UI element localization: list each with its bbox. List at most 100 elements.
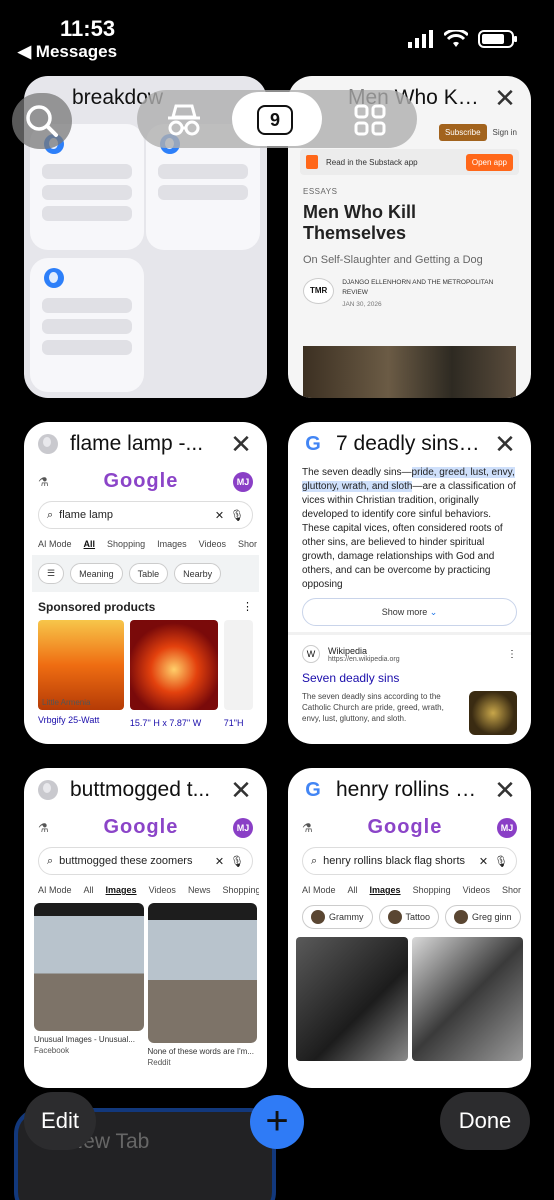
tab-shorts[interactable]: Shor: [238, 539, 257, 549]
close-tab-icon[interactable]: ✕: [493, 775, 517, 806]
tab-ai-mode[interactable]: AI Mode: [302, 885, 336, 895]
tab-all[interactable]: All: [84, 885, 94, 895]
close-tab-icon[interactable]: ✕: [229, 429, 253, 460]
image-result[interactable]: [296, 937, 408, 1061]
image-thumbnail: [34, 903, 144, 1031]
account-avatar[interactable]: MJ: [233, 471, 253, 492]
more-options-icon[interactable]: ⋮: [507, 649, 517, 660]
tab-all[interactable]: All: [84, 539, 96, 549]
tab-images[interactable]: Images: [106, 885, 137, 895]
signin-link[interactable]: Sign in: [493, 128, 517, 137]
labs-flask-icon[interactable]: ⚗: [302, 821, 313, 835]
tab-card-7-deadly-sins[interactable]: G 7 deadly sins -... ✕ The seven deadly …: [288, 422, 531, 744]
filter-chip[interactable]: ☰: [38, 563, 65, 584]
more-options-icon[interactable]: ⋮: [242, 600, 253, 614]
tab-card-flame-lamp[interactable]: flame lamp -... ✕ ⚗ Google MJ ⌕ flame la…: [24, 422, 267, 744]
labs-flask-icon[interactable]: ⚗: [38, 475, 49, 489]
product-card[interactable]: Little Armenia Vrbgify 25-Watt: [38, 620, 124, 728]
mic-icon[interactable]: 🎙: [494, 855, 508, 868]
image-thumbnail: [147, 903, 257, 1043]
chevron-down-icon: ⌄: [429, 607, 438, 617]
search-query: flame lamp: [59, 509, 113, 521]
image-result[interactable]: Unusual Images - Unusual... Facebook: [34, 903, 144, 1067]
private-browsing-icon[interactable]: [164, 102, 204, 136]
tab-shopping[interactable]: Shopping: [107, 539, 145, 549]
mic-icon[interactable]: 🎙: [230, 855, 244, 868]
show-more-button[interactable]: Show more ⌄: [302, 598, 517, 626]
google-doodle[interactable]: Google: [103, 470, 178, 493]
tab-ai-mode[interactable]: AI Mode: [38, 539, 72, 549]
tab-groups-icon[interactable]: [354, 104, 386, 136]
google-doodle[interactable]: Google: [103, 816, 178, 839]
search-icon: [26, 105, 58, 137]
tab-videos[interactable]: Videos: [199, 539, 226, 549]
publish-date: JAN 30, 2026: [342, 301, 382, 308]
tab-title: 7 deadly sins -...: [336, 432, 481, 455]
tab-ai-mode[interactable]: AI Mode: [38, 885, 72, 895]
search-input[interactable]: ⌕ flame lamp ✕ 🎙: [38, 501, 253, 529]
image-result[interactable]: [411, 937, 523, 1061]
clear-icon[interactable]: ✕: [479, 855, 488, 868]
product-card[interactable]: 15.7'' H x 7.87'' W: [129, 620, 218, 728]
tab-card-buttmogged[interactable]: buttmogged t... ✕ ⚗ Google MJ ⌕ buttmogg…: [24, 768, 267, 1088]
chip-label: Greg ginn: [472, 912, 512, 922]
account-avatar[interactable]: MJ: [497, 817, 517, 838]
close-tab-icon[interactable]: ✕: [493, 83, 517, 114]
chip-tattoo[interactable]: Tattoo: [378, 905, 440, 929]
tab-title: buttmogged t...: [70, 778, 211, 801]
clear-icon[interactable]: ✕: [215, 509, 224, 522]
tab-shorts[interactable]: Shor: [502, 885, 521, 895]
mic-icon[interactable]: 🎙: [230, 509, 244, 522]
close-tab-icon[interactable]: ✕: [229, 775, 253, 806]
chip-nearby[interactable]: Nearby: [174, 563, 222, 584]
chip-greg-ginn[interactable]: Greg ginn: [445, 905, 521, 929]
tab-shopping[interactable]: Shopping: [413, 885, 451, 895]
wikipedia-icon: W: [302, 645, 320, 663]
tab-shopping[interactable]: Shopping: [222, 885, 259, 895]
search-input[interactable]: ⌕ henry rollins black flag shorts ✕ 🎙: [302, 847, 517, 875]
article-image: [303, 346, 516, 398]
article-headline: Men Who Kill Themselves: [303, 202, 416, 243]
tab-count-icon[interactable]: 9: [257, 105, 293, 135]
tab-news[interactable]: News: [188, 885, 211, 895]
open-app-button[interactable]: Open app: [465, 153, 513, 171]
back-to-messages[interactable]: ◀ Messages: [18, 42, 117, 62]
tab-videos[interactable]: Videos: [463, 885, 490, 895]
chip-thumbnail: [311, 910, 325, 924]
tab-videos[interactable]: Videos: [149, 885, 176, 895]
new-tab-button[interactable]: +: [250, 1095, 304, 1149]
wifi-icon: [444, 30, 468, 47]
author-avatar: TMR: [303, 278, 335, 304]
section-label: ESSAYS: [303, 187, 338, 196]
chip-table[interactable]: Table: [128, 563, 169, 584]
tab-images[interactable]: Images: [157, 539, 187, 549]
account-avatar[interactable]: MJ: [233, 817, 253, 838]
chip-grammy[interactable]: Grammy: [302, 905, 373, 929]
search-button[interactable]: [12, 93, 72, 149]
author-name: DJANGO ELLENHORN AND THE METROPOLITAN RE…: [342, 279, 494, 296]
search-tabs: AI Mode All Images Shopping Videos Shor: [296, 879, 523, 901]
search-input[interactable]: ⌕ buttmogged these zoomers ✕ 🎙: [38, 847, 253, 875]
chip-thumbnail: [387, 910, 402, 924]
bookmark-icon: [306, 155, 318, 169]
clear-icon[interactable]: ✕: [215, 855, 224, 868]
chip-label: Grammy: [329, 912, 364, 922]
search-icon: ⌕: [47, 508, 54, 521]
chip-meaning[interactable]: Meaning: [70, 563, 123, 584]
edit-button[interactable]: Edit: [24, 1092, 96, 1150]
result-title[interactable]: Seven deadly sins: [302, 671, 517, 685]
source-name: Wikipedia: [328, 645, 368, 656]
tab-card-henry-rollins[interactable]: G henry rollins bl... ✕ ⚗ Google MJ ⌕ he…: [288, 768, 531, 1088]
done-button[interactable]: Done: [440, 1092, 530, 1150]
labs-flask-icon[interactable]: ⚗: [38, 821, 49, 835]
search-icon: ⌕: [47, 854, 54, 867]
close-tab-icon[interactable]: ✕: [493, 429, 517, 460]
product-image: [223, 620, 254, 710]
google-favicon-icon: G: [305, 778, 321, 801]
tab-images[interactable]: Images: [370, 885, 401, 895]
subscribe-button[interactable]: Subscribe: [438, 124, 487, 141]
tab-all[interactable]: All: [348, 885, 358, 895]
product-card[interactable]: 71"H: [223, 620, 254, 728]
image-result[interactable]: None of these words are I'm... Reddit: [147, 903, 257, 1067]
google-doodle[interactable]: Google: [367, 816, 442, 839]
